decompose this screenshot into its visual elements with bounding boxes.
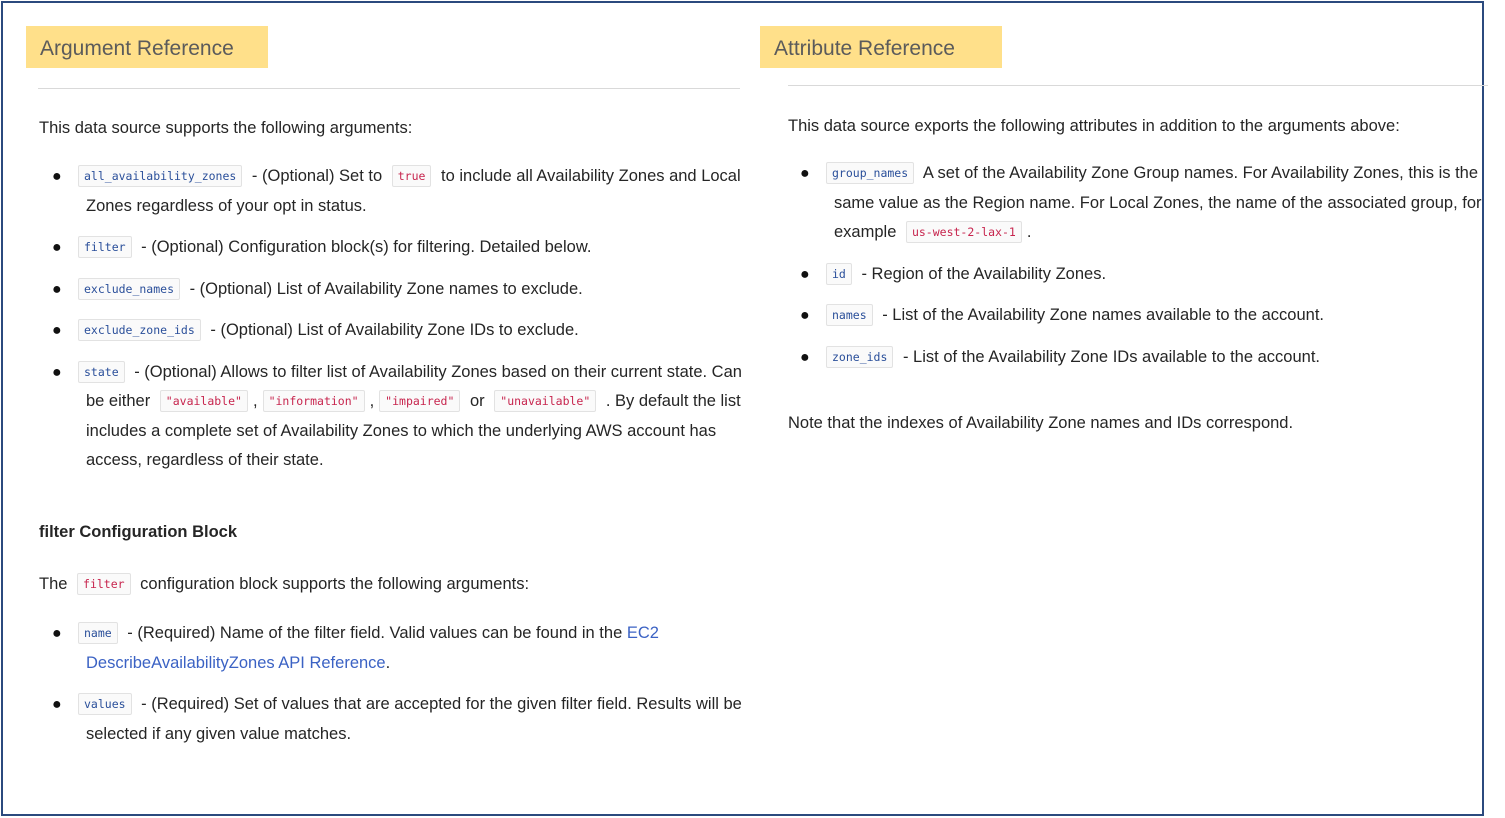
bullet-icon: ● — [800, 165, 810, 182]
heading-divider — [38, 88, 740, 89]
code-values: values — [78, 693, 132, 715]
list-item: ● state - (Optional) Allows to filter li… — [52, 358, 744, 476]
filter-block-intro: The filter configuration block supports … — [39, 570, 529, 600]
list-item: ● exclude_zone_ids - (Optional) List of … — [52, 316, 744, 346]
code-id: id — [826, 262, 852, 285]
period: . — [385, 653, 391, 672]
heading-divider — [788, 85, 1488, 86]
list-item: ● zone_ids - List of the Availability Zo… — [800, 343, 1482, 373]
code-information: "information" — [262, 390, 365, 412]
arg-text: - (Required) Name of the filter field. V… — [122, 624, 627, 642]
attr-text: - List of the Availability Zone IDs avai… — [898, 347, 1320, 366]
code-available: "available" — [159, 390, 248, 412]
bullet-icon: ● — [52, 239, 62, 256]
indexes-note: Note that the indexes of Availability Zo… — [788, 414, 1294, 432]
code-us-west-2-lax-1: us-west-2-lax-1 — [905, 221, 1022, 243]
code-name: name — [78, 622, 118, 644]
code-filter: filter — [77, 573, 131, 595]
attributes-list: ● group_names A set of the Availability … — [800, 159, 1482, 384]
code-names: names — [826, 304, 873, 326]
attributes-intro: This data source exports the following a… — [788, 117, 1400, 135]
arg-text: - (Required) Set of values that are acce… — [86, 695, 742, 743]
argument-reference-heading: Argument Reference — [26, 26, 268, 68]
list-item: ● exclude_names - (Optional) List of Ava… — [52, 275, 744, 305]
code-true: true — [391, 165, 432, 187]
bullet-icon: ● — [52, 322, 62, 339]
arg-text: - (Optional) List of Availability Zone I… — [205, 321, 579, 339]
code-state: state — [78, 360, 125, 383]
arguments-list: ● all_availability_zones - (Optional) Se… — [52, 162, 744, 488]
arg-text: - (Optional) Configuration block(s) for … — [136, 238, 592, 256]
list-item: ● group_names A set of the Availability … — [800, 159, 1482, 248]
arguments-intro: This data source supports the following … — [39, 119, 413, 137]
filter-arguments-list: ● name - (Required) Name of the filter f… — [52, 619, 742, 761]
list-item: ● all_availability_zones - (Optional) Se… — [52, 162, 744, 221]
bullet-icon: ● — [52, 625, 62, 642]
separator: , — [252, 392, 258, 410]
code-impaired: "impaired" — [379, 390, 461, 412]
code-unavailable: "unavailable" — [494, 390, 597, 412]
list-item: ● values - (Required) Set of values that… — [52, 690, 742, 749]
separator: , — [369, 392, 375, 410]
list-item: ● id - Region of the Availability Zones. — [800, 260, 1482, 290]
bullet-icon: ● — [52, 168, 62, 185]
list-item: ● filter - (Optional) Configuration bloc… — [52, 233, 744, 263]
bullet-icon: ● — [800, 307, 810, 324]
list-item: ● names - List of the Availability Zone … — [800, 301, 1482, 331]
code-filter: filter — [78, 236, 132, 258]
code-all-availability-zones: all_availability_zones — [78, 165, 243, 187]
bullet-icon: ● — [52, 696, 62, 713]
list-item: ● name - (Required) Name of the filter f… — [52, 619, 742, 678]
intro-text: configuration block supports the followi… — [135, 575, 530, 593]
bullet-icon: ● — [52, 280, 62, 298]
bullet-icon: ● — [800, 265, 810, 283]
period: . — [1026, 223, 1032, 241]
bullet-icon: ● — [800, 348, 810, 366]
or-text: or — [465, 392, 490, 410]
attribute-reference-heading: Attribute Reference — [760, 26, 1002, 68]
arg-text: - (Optional) Set to — [247, 167, 387, 185]
code-exclude-zone-ids: exclude_zone_ids — [78, 319, 201, 341]
code-exclude-names: exclude_names — [78, 277, 181, 300]
attr-text: - List of the Availability Zone names av… — [877, 306, 1324, 324]
attr-text: - Region of the Availability Zones. — [856, 264, 1107, 283]
intro-text: The — [39, 575, 73, 593]
bullet-icon: ● — [52, 363, 62, 381]
filter-block-heading: filter Configuration Block — [39, 523, 237, 541]
code-group-names: group_names — [826, 162, 915, 184]
arg-text: - (Optional) List of Availability Zone n… — [185, 279, 583, 298]
code-zone-ids: zone_ids — [826, 345, 894, 368]
